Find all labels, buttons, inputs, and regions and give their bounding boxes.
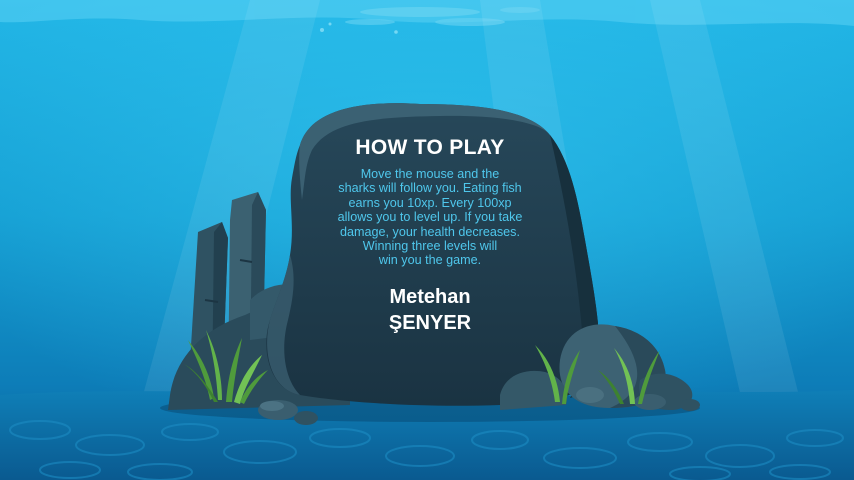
author-credit: Metehan ŞENYER xyxy=(388,285,472,334)
instructions-body: Move the mouse and the sharks will follo… xyxy=(337,167,523,268)
instructions-panel: HOW TO PLAY Move the mouse and the shark… xyxy=(310,135,550,336)
how-to-play-title: HOW TO PLAY xyxy=(355,136,505,159)
game-scene: HOW TO PLAY Move the mouse and the shark… xyxy=(0,0,854,480)
